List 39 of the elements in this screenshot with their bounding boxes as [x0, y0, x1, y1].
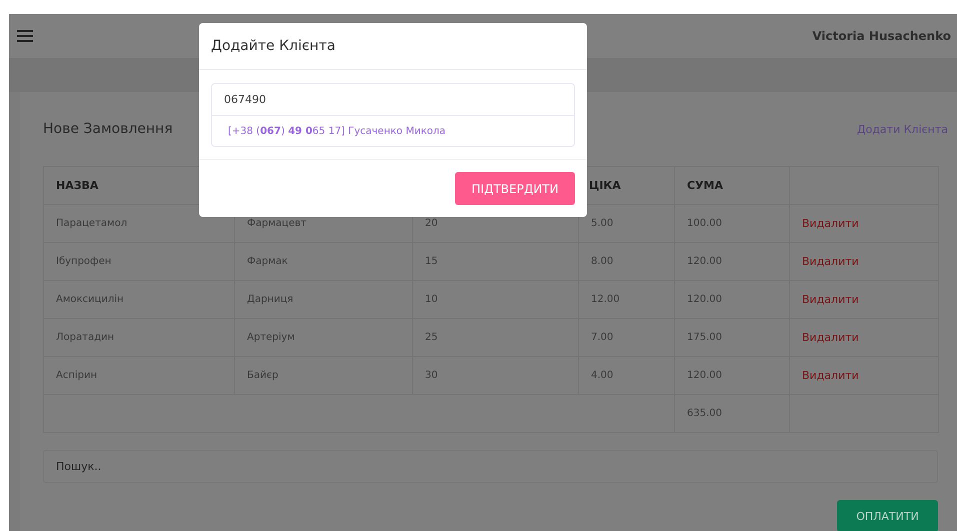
- column-header: СУМА: [674, 166, 790, 204]
- confirm-button[interactable]: ПІДТВЕРДИТИ: [455, 172, 575, 205]
- dialog-title: Додайте Клієнта: [211, 38, 336, 54]
- user-name: Victoria Husachenko: [812, 29, 951, 43]
- table-cell: 12.00: [578, 280, 674, 318]
- client-suggestion[interactable]: [+38 (067) 49 065 17] Гусаченко Микола: [212, 116, 574, 146]
- table-cell: Байєр: [234, 356, 412, 394]
- search-field[interactable]: Пошук..: [43, 450, 938, 483]
- table-cell: Артеріум: [234, 318, 412, 356]
- delete-link[interactable]: Видалити: [802, 369, 859, 382]
- table-cell: 15: [412, 242, 578, 280]
- table-cell: Фармак: [234, 242, 412, 280]
- table-cell: Амоксицилін: [44, 280, 234, 318]
- table-cell: Лоратадин: [44, 318, 234, 356]
- table-cell: 10: [412, 280, 578, 318]
- delete-link[interactable]: Видалити: [802, 331, 859, 344]
- table-cell: Аспірин: [44, 356, 234, 394]
- table-cell: Дарниця: [234, 280, 412, 318]
- delete-link[interactable]: Видалити: [802, 255, 859, 268]
- pay-button[interactable]: ОПЛАТИТИ: [837, 500, 938, 531]
- table-cell: 175.00: [674, 318, 790, 356]
- client-search-combo[interactable]: 067490 [+38 (067) 49 065 17] Гусаченко Микола: [211, 83, 575, 147]
- table-cell: 8.00: [578, 242, 674, 280]
- table-cell: 120.00: [674, 280, 790, 318]
- total-cell: 635.00: [674, 394, 790, 432]
- delete-link[interactable]: Видалити: [802, 217, 859, 230]
- card-title: Нове Замовлення: [43, 121, 173, 137]
- menu-icon[interactable]: [17, 30, 33, 42]
- table-cell: 120.00: [674, 356, 790, 394]
- phone-input[interactable]: 067490: [212, 84, 574, 116]
- table-cell: 4.00: [578, 356, 674, 394]
- table-cell: 120.00: [674, 242, 790, 280]
- table-cell: Ібупрофен: [44, 242, 234, 280]
- table-cell: 100.00: [674, 204, 790, 242]
- table-cell: 7.00: [578, 318, 674, 356]
- delete-link[interactable]: Видалити: [802, 293, 859, 306]
- table-cell: 25: [412, 318, 578, 356]
- table-cell: 30: [412, 356, 578, 394]
- add-client-link[interactable]: Додати Клієнта: [857, 122, 948, 136]
